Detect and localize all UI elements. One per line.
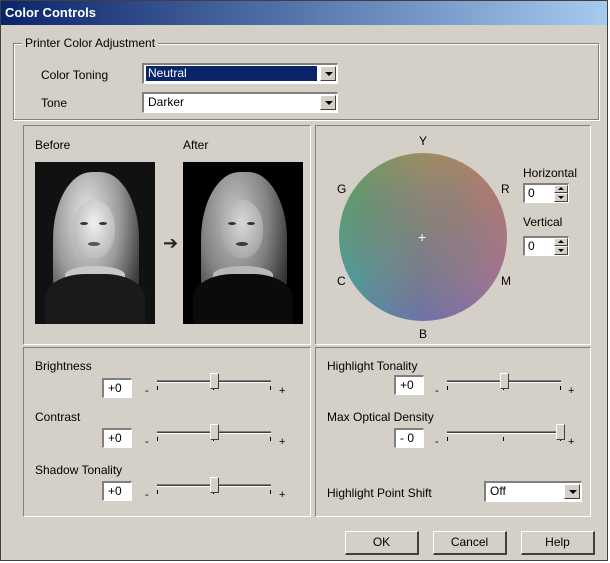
plus-symbol: + xyxy=(279,436,286,448)
minus-symbol: - xyxy=(145,385,149,397)
wheel-label-r: R xyxy=(501,182,510,196)
cancel-button[interactable]: Cancel xyxy=(433,531,507,555)
color-toning-label: Color Toning xyxy=(41,68,109,82)
plus-symbol: + xyxy=(279,385,286,397)
plus-symbol: + xyxy=(568,436,575,448)
minus-symbol: - xyxy=(145,489,149,501)
slider-thumb[interactable] xyxy=(210,477,219,493)
color-controls-dialog: Color Controls Printer Color Adjustment … xyxy=(0,0,608,561)
shadow-tonality-label: Shadow Tonality xyxy=(35,463,123,477)
horizontal-value: 0 xyxy=(528,186,535,200)
highlight-tonality-label: Highlight Tonality xyxy=(327,359,418,373)
slider-thumb[interactable] xyxy=(210,424,219,440)
chevron-down-icon[interactable] xyxy=(564,484,580,499)
tone-value: Darker xyxy=(148,95,185,109)
plus-symbol: + xyxy=(279,489,286,501)
group-legend: Printer Color Adjustment xyxy=(22,36,159,50)
spin-down-icon[interactable] xyxy=(554,246,568,255)
arrow-right-icon: ➔ xyxy=(163,233,179,253)
wheel-label-c: C xyxy=(337,274,346,288)
plus-symbol: + xyxy=(568,385,575,397)
highlight-tonality-slider[interactable] xyxy=(447,373,561,393)
highlight-point-shift-label: Highlight Point Shift xyxy=(327,486,432,500)
spin-down-icon[interactable] xyxy=(554,193,568,202)
vertical-spinbox[interactable]: 0 xyxy=(523,236,569,256)
shadow-tonality-input[interactable]: +0 xyxy=(102,481,132,501)
max-optical-density-slider[interactable] xyxy=(447,424,565,444)
wheel-label-b: B xyxy=(419,327,428,341)
chevron-down-icon[interactable] xyxy=(320,95,336,110)
minus-symbol: - xyxy=(435,436,439,448)
spin-up-icon[interactable] xyxy=(554,185,568,193)
minus-symbol: - xyxy=(145,436,149,448)
ok-button[interactable]: OK xyxy=(345,531,419,555)
slider-thumb[interactable] xyxy=(210,373,219,389)
vertical-value: 0 xyxy=(528,239,535,253)
after-label: After xyxy=(183,138,209,152)
color-wheel[interactable]: + xyxy=(339,153,507,321)
horizontal-label: Horizontal xyxy=(523,166,578,180)
contrast-slider[interactable] xyxy=(157,424,271,444)
minus-symbol: - xyxy=(435,385,439,397)
max-optical-density-label: Max Optical Density xyxy=(327,410,434,424)
chevron-down-icon[interactable] xyxy=(320,66,336,81)
contrast-label: Contrast xyxy=(35,410,81,424)
window-title: Color Controls xyxy=(1,1,607,25)
before-label: Before xyxy=(35,138,71,152)
vertical-label: Vertical xyxy=(523,215,563,229)
slider-thumb[interactable] xyxy=(556,424,565,440)
horizontal-spinbox[interactable]: 0 xyxy=(523,183,569,203)
help-button[interactable]: Help xyxy=(521,531,595,555)
wheel-label-y: Y xyxy=(419,134,428,148)
highlight-point-shift-dropdown[interactable]: Off xyxy=(484,481,582,502)
contrast-input[interactable]: +0 xyxy=(102,428,132,448)
tone-label: Tone xyxy=(41,96,68,110)
color-toning-value: Neutral xyxy=(146,66,317,81)
brightness-label: Brightness xyxy=(35,359,92,373)
after-photo xyxy=(183,162,303,324)
before-photo xyxy=(35,162,155,324)
slider-thumb[interactable] xyxy=(500,373,509,389)
tone-dropdown[interactable]: Darker xyxy=(142,92,338,113)
wheel-label-m: M xyxy=(501,274,511,288)
brightness-input[interactable]: +0 xyxy=(102,378,132,398)
color-toning-dropdown[interactable]: Neutral xyxy=(142,63,338,84)
spin-up-icon[interactable] xyxy=(554,238,568,246)
shadow-tonality-slider[interactable] xyxy=(157,477,271,497)
highlight-point-shift-value: Off xyxy=(490,484,506,498)
max-optical-density-input[interactable]: - 0 xyxy=(394,428,424,448)
highlight-tonality-input[interactable]: +0 xyxy=(394,375,424,395)
wheel-label-g: G xyxy=(337,182,347,196)
crosshair-icon[interactable]: + xyxy=(418,230,426,244)
brightness-slider[interactable] xyxy=(157,373,271,393)
